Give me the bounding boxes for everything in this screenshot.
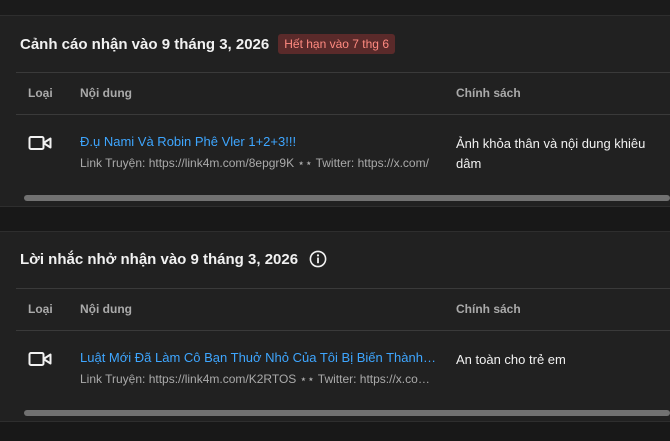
horizontal-scrollbar[interactable] xyxy=(24,410,670,416)
column-header-content: Nội dung xyxy=(80,302,132,316)
column-header-type: Loại xyxy=(28,302,53,316)
video-description: Link Truyện: https://link4m.com/8epgr9K … xyxy=(80,156,429,170)
reminder-title: Lời nhắc nhở nhận vào 9 tháng 3, 2026 xyxy=(20,250,299,268)
table-row: Đ.ụ Nami Và Robin Phê Vler 1+2+3!!! Link… xyxy=(16,115,670,185)
section-divider xyxy=(0,206,670,232)
section-divider xyxy=(0,421,670,441)
info-icon[interactable] xyxy=(309,250,327,268)
column-header-policy: Chính sách xyxy=(456,302,521,316)
column-header-policy: Chính sách xyxy=(456,86,521,100)
reminder-table: Loại Nội dung Chính sách Luật Mới Đã Làm… xyxy=(16,288,670,401)
table-row: Luật Mới Đã Làm Cô Bạn Thuở Nhỏ Của Tôi … xyxy=(16,331,670,401)
reminder-header: Lời nhắc nhở nhận vào 9 tháng 3, 2026 xyxy=(20,248,327,270)
table-header: Loại Nội dung Chính sách xyxy=(16,288,670,331)
column-header-type: Loại xyxy=(28,86,53,100)
warning-section: Cảnh cáo nhận vào 9 tháng 3, 2026 Hết hạ… xyxy=(0,16,670,206)
horizontal-scrollbar[interactable] xyxy=(24,195,670,201)
expiry-badge: Hết hạn vào 7 thg 6 xyxy=(278,34,395,54)
policy-text: Ảnh khỏa thân và nội dung khiêu dâm xyxy=(456,136,646,171)
warning-title: Cảnh cáo nhận vào 9 tháng 3, 2026 xyxy=(20,35,270,53)
video-description: Link Truyện: https://link4m.com/K2RTOS ⋆… xyxy=(80,372,430,386)
video-icon xyxy=(28,352,52,366)
reminder-section: Lời nhắc nhở nhận vào 9 tháng 3, 2026 Lo… xyxy=(0,232,670,421)
video-title-link[interactable]: Luật Mới Đã Làm Cô Bạn Thuở Nhỏ Của Tôi … xyxy=(80,350,436,365)
video-title-link[interactable]: Đ.ụ Nami Và Robin Phê Vler 1+2+3!!! xyxy=(80,134,436,149)
column-header-content: Nội dung xyxy=(80,86,132,100)
strikes-page: Cảnh cáo nhận vào 9 tháng 3, 2026 Hết hạ… xyxy=(0,0,670,441)
policy-text: An toàn cho trẻ em xyxy=(456,352,566,367)
top-divider xyxy=(0,0,670,16)
warning-table: Loại Nội dung Chính sách Đ.ụ Nami Và Rob… xyxy=(16,72,670,185)
table-header: Loại Nội dung Chính sách xyxy=(16,72,670,115)
video-icon xyxy=(28,136,52,150)
warning-header: Cảnh cáo nhận vào 9 tháng 3, 2026 Hết hạ… xyxy=(20,33,395,55)
